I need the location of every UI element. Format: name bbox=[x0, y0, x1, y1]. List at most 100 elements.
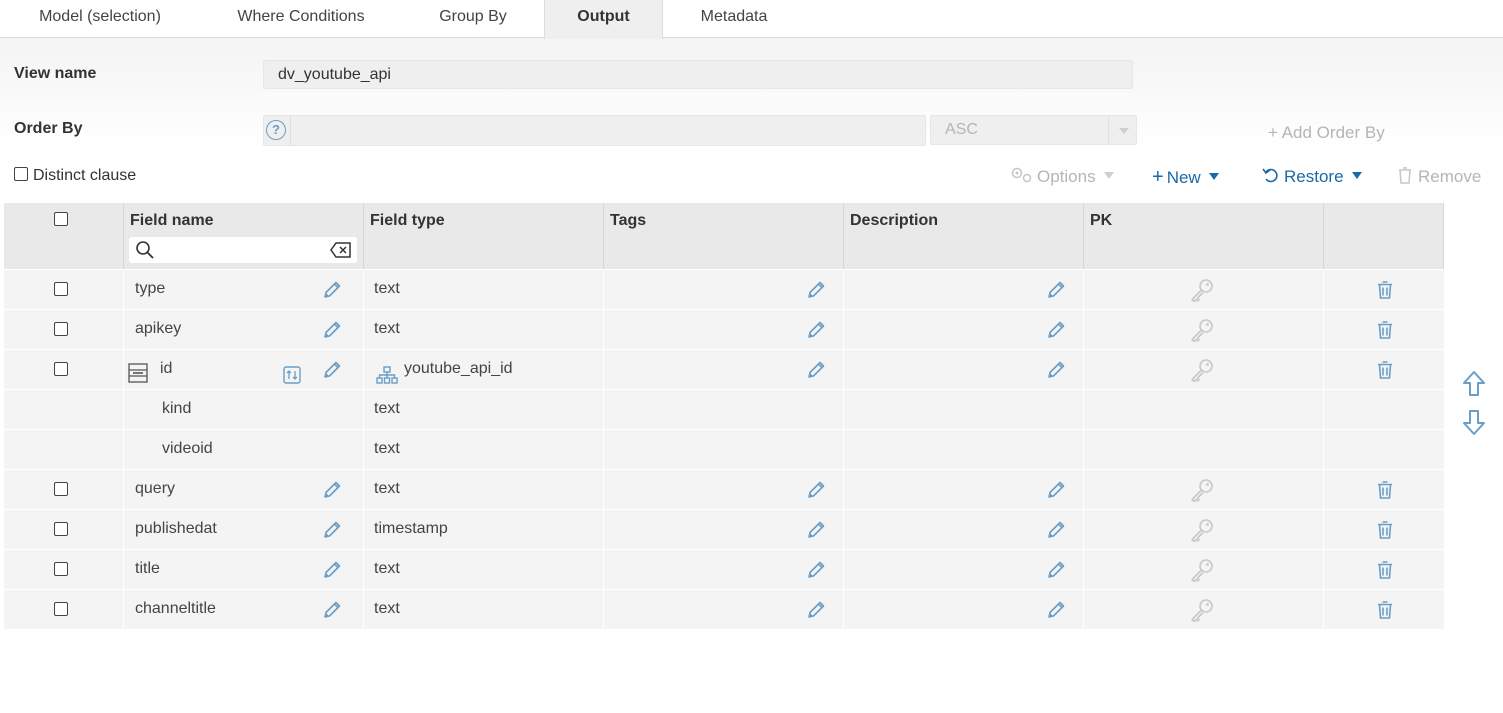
header-pk-label: PK bbox=[1090, 212, 1113, 229]
trash-icon[interactable] bbox=[1376, 520, 1394, 540]
key-icon[interactable] bbox=[1189, 277, 1215, 303]
tags-cell bbox=[604, 270, 844, 310]
order-by-input[interactable]: ? bbox=[263, 115, 926, 146]
order-by-label: Order By bbox=[14, 120, 83, 137]
description-cell bbox=[844, 430, 1084, 470]
key-icon[interactable] bbox=[1189, 357, 1215, 383]
field-name: channeltitle bbox=[135, 600, 216, 617]
tab-output[interactable]: Output bbox=[544, 0, 663, 39]
edit-name-pencil-icon[interactable] bbox=[322, 520, 342, 540]
edit-description-pencil-icon[interactable] bbox=[1046, 320, 1066, 340]
select-all-checkbox[interactable] bbox=[54, 212, 68, 226]
actions-cell bbox=[1324, 510, 1444, 550]
key-icon[interactable] bbox=[1189, 477, 1215, 503]
trash-icon[interactable] bbox=[1376, 320, 1394, 340]
remove-label: Remove bbox=[1418, 167, 1482, 186]
edit-description-pencil-icon[interactable] bbox=[1046, 600, 1066, 620]
tab-where-conditions[interactable]: Where Conditions bbox=[200, 0, 402, 38]
actions-cell bbox=[1324, 390, 1444, 430]
table-row: type text bbox=[4, 269, 1444, 310]
tab-group-by[interactable]: Group By bbox=[402, 0, 544, 38]
chevron-down-icon bbox=[1108, 116, 1136, 144]
distinct-clause-toggle[interactable]: Distinct clause bbox=[14, 166, 136, 185]
header-tags: Tags bbox=[604, 203, 844, 269]
field-name-cell: id bbox=[124, 350, 364, 390]
edit-name-pencil-icon[interactable] bbox=[322, 320, 342, 340]
table-row: videoid text bbox=[4, 429, 1444, 470]
row-checkbox[interactable] bbox=[54, 322, 68, 336]
pk-cell bbox=[1084, 470, 1324, 510]
trash-icon[interactable] bbox=[1376, 480, 1394, 500]
row-checkbox[interactable] bbox=[54, 482, 68, 496]
edit-name-pencil-icon[interactable] bbox=[322, 600, 342, 620]
new-button[interactable]: + New bbox=[1152, 166, 1219, 189]
edit-name-pencil-icon[interactable] bbox=[322, 560, 342, 580]
add-order-by-button[interactable]: + Add Order By bbox=[1268, 123, 1385, 143]
move-down-icon[interactable] bbox=[1462, 408, 1486, 436]
table-row: publishedat timestamp bbox=[4, 509, 1444, 550]
clear-icon[interactable] bbox=[330, 242, 352, 258]
edit-tags-pencil-icon[interactable] bbox=[806, 360, 826, 380]
field-name-cell: query bbox=[124, 470, 364, 510]
actions-cell bbox=[1324, 310, 1444, 350]
move-up-icon[interactable] bbox=[1462, 370, 1486, 398]
edit-name-pencil-icon[interactable] bbox=[322, 360, 342, 380]
field-type: text bbox=[374, 600, 400, 617]
tags-cell bbox=[604, 350, 844, 390]
remove-button[interactable]: Remove bbox=[1397, 166, 1481, 187]
field-search-input[interactable] bbox=[129, 237, 357, 263]
restore-button[interactable]: Restore bbox=[1262, 166, 1362, 187]
table-row: channeltitle text bbox=[4, 589, 1444, 630]
row-checkbox[interactable] bbox=[54, 362, 68, 376]
new-label: New bbox=[1166, 168, 1201, 187]
key-icon[interactable] bbox=[1189, 557, 1215, 583]
actions-cell bbox=[1324, 590, 1444, 630]
field-type-cell: text bbox=[364, 270, 604, 310]
description-cell bbox=[844, 310, 1084, 350]
chevron-down-icon[interactable] bbox=[1351, 172, 1362, 180]
edit-description-pencil-icon[interactable] bbox=[1046, 480, 1066, 500]
row-checkbox[interactable] bbox=[54, 522, 68, 536]
edit-tags-pencil-icon[interactable] bbox=[806, 280, 826, 300]
table-row: query text bbox=[4, 469, 1444, 510]
description-cell bbox=[844, 470, 1084, 510]
edit-name-pencil-icon[interactable] bbox=[322, 480, 342, 500]
trash-icon[interactable] bbox=[1376, 360, 1394, 380]
options-button[interactable]: Options bbox=[1010, 166, 1114, 187]
actions-cell bbox=[1324, 270, 1444, 310]
view-name-input[interactable]: dv_youtube_api bbox=[263, 60, 1133, 89]
row-checkbox[interactable] bbox=[54, 562, 68, 576]
edit-name-pencil-icon[interactable] bbox=[322, 280, 342, 300]
tab-metadata[interactable]: Metadata bbox=[663, 0, 805, 38]
edit-description-pencil-icon[interactable] bbox=[1046, 280, 1066, 300]
pk-cell bbox=[1084, 390, 1324, 430]
actions-cell bbox=[1324, 550, 1444, 590]
tags-cell bbox=[604, 590, 844, 630]
edit-description-pencil-icon[interactable] bbox=[1046, 560, 1066, 580]
edit-tags-pencil-icon[interactable] bbox=[806, 320, 826, 340]
trash-icon[interactable] bbox=[1376, 560, 1394, 580]
distinct-checkbox[interactable] bbox=[14, 166, 28, 181]
field-type: text bbox=[374, 480, 400, 497]
field-type: youtube_api_id bbox=[404, 360, 513, 377]
field-type: text bbox=[374, 560, 400, 577]
help-icon[interactable]: ? bbox=[266, 120, 286, 140]
edit-description-pencil-icon[interactable] bbox=[1046, 360, 1066, 380]
trash-icon[interactable] bbox=[1376, 600, 1394, 620]
table-row: id youtube_api_id bbox=[4, 349, 1444, 390]
row-checkbox[interactable] bbox=[54, 282, 68, 296]
field-name-cell: type bbox=[124, 270, 364, 310]
chevron-down-icon[interactable] bbox=[1208, 173, 1219, 181]
order-direction-select[interactable]: ASC bbox=[930, 115, 1137, 145]
key-icon[interactable] bbox=[1189, 597, 1215, 623]
edit-description-pencil-icon[interactable] bbox=[1046, 520, 1066, 540]
key-icon[interactable] bbox=[1189, 317, 1215, 343]
edit-tags-pencil-icon[interactable] bbox=[806, 480, 826, 500]
trash-icon[interactable] bbox=[1376, 280, 1394, 300]
edit-tags-pencil-icon[interactable] bbox=[806, 600, 826, 620]
key-icon[interactable] bbox=[1189, 517, 1215, 543]
edit-tags-pencil-icon[interactable] bbox=[806, 560, 826, 580]
tab-model-selection[interactable]: Model (selection) bbox=[0, 0, 200, 38]
row-checkbox[interactable] bbox=[54, 602, 68, 616]
edit-tags-pencil-icon[interactable] bbox=[806, 520, 826, 540]
